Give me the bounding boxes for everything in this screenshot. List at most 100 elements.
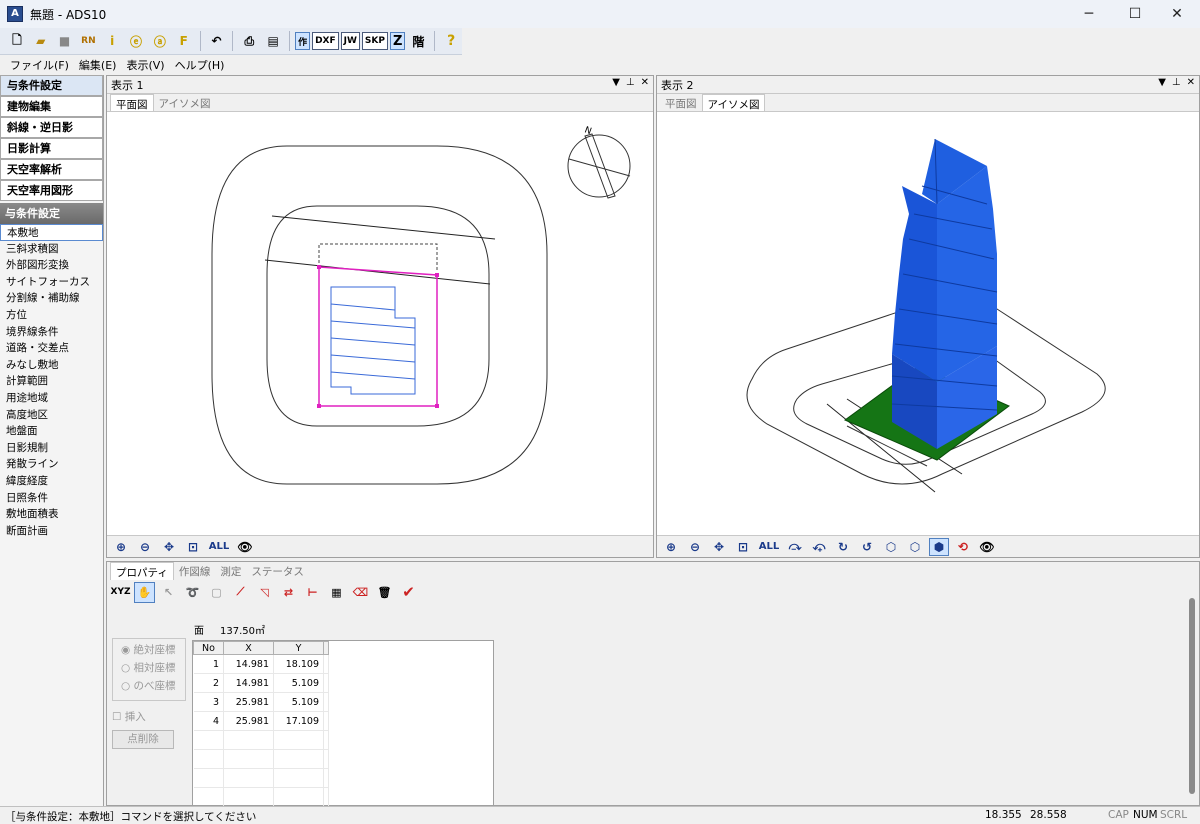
- erase-icon[interactable]: ⌫: [350, 582, 371, 603]
- pan-icon[interactable]: ✥: [159, 538, 179, 556]
- command-item[interactable]: 計算範囲: [0, 373, 103, 390]
- save-icon[interactable]: ■: [54, 30, 76, 52]
- zoom-out-icon[interactable]: ⊖: [685, 538, 705, 556]
- vertex-icon[interactable]: ◹: [254, 582, 275, 603]
- open-icon[interactable]: ▰: [30, 30, 52, 52]
- pin-icon[interactable]: ⊥: [1172, 77, 1181, 88]
- table-row[interactable]: [193, 730, 329, 750]
- insert-checkbox[interactable]: ☐ 挿入: [112, 709, 146, 724]
- new-icon[interactable]: 🗋: [6, 30, 28, 52]
- section-slant[interactable]: 斜線・逆日影: [0, 117, 103, 138]
- command-item[interactable]: 境界線条件: [0, 324, 103, 341]
- shaded-icon[interactable]: ⬢: [929, 537, 949, 556]
- command-item[interactable]: 用途地域: [0, 390, 103, 407]
- mode-saku-button[interactable]: 作: [295, 32, 311, 50]
- command-item[interactable]: 高度地区: [0, 407, 103, 424]
- z-button[interactable]: Z: [389, 32, 406, 50]
- menu-view[interactable]: 表示(V): [126, 57, 164, 73]
- rotate-right-icon[interactable]: ⤽: [809, 538, 829, 556]
- close-button[interactable]: ✕: [1154, 0, 1200, 28]
- select-icon[interactable]: ↖: [158, 582, 179, 603]
- command-item[interactable]: 日照条件: [0, 490, 103, 507]
- command-item[interactable]: 道路・交差点: [0, 340, 103, 357]
- jw-button[interactable]: JW: [340, 32, 360, 50]
- zoom-all-button[interactable]: ALL: [207, 538, 231, 556]
- section-sky-figure[interactable]: 天空率用図形: [0, 180, 103, 201]
- command-item[interactable]: 地盤面: [0, 423, 103, 440]
- tab-construction-lines[interactable]: 作図線: [174, 562, 216, 580]
- undo-icon[interactable]: ↶: [206, 30, 228, 52]
- dropdown-icon[interactable]: ▼: [1158, 77, 1166, 88]
- zoom-window-icon[interactable]: ⊡: [733, 538, 753, 556]
- table-row[interactable]: [193, 768, 329, 788]
- section-shadow-calc[interactable]: 日影計算: [0, 138, 103, 159]
- delete-point-button[interactable]: 点削除: [112, 730, 174, 749]
- close-icon[interactable]: ✕: [1187, 77, 1195, 88]
- tab-iso[interactable]: アイソメ図: [701, 94, 766, 111]
- rn-icon[interactable]: RN: [77, 30, 99, 52]
- command-item[interactable]: みなし敷地: [0, 357, 103, 374]
- table-row[interactable]: 1 14.981 18.109: [193, 654, 329, 674]
- reset-view-icon[interactable]: ⟲: [953, 538, 973, 556]
- floor-button[interactable]: 階: [407, 30, 429, 52]
- tab-properties[interactable]: プロパティ: [110, 562, 174, 580]
- zoom-out-icon[interactable]: ⊖: [135, 538, 155, 556]
- command-item[interactable]: 敷地面積表: [0, 506, 103, 523]
- section-conditions[interactable]: 与条件設定: [0, 75, 103, 96]
- table-row[interactable]: 2 14.981 5.109: [193, 673, 329, 693]
- command-item[interactable]: 発散ライン: [0, 456, 103, 473]
- menu-edit[interactable]: 編集(E): [79, 57, 117, 73]
- section-sky-analysis[interactable]: 天空率解析: [0, 159, 103, 180]
- span-icon[interactable]: ⊢: [302, 582, 323, 603]
- radio-absolute[interactable]: ◉ 絶対座標: [113, 639, 185, 657]
- maximize-button[interactable]: ☐: [1112, 0, 1158, 28]
- check-icon[interactable]: ✔: [398, 582, 419, 603]
- command-item[interactable]: 外部図形変換: [0, 257, 103, 274]
- radio-relative[interactable]: ○ 相対座標: [113, 657, 185, 675]
- a-icon[interactable]: ⓐ: [149, 30, 171, 52]
- point-line-icon[interactable]: ⟋: [230, 582, 251, 603]
- zoom-in-icon[interactable]: ⊕: [111, 538, 131, 556]
- calendar-icon[interactable]: ▦: [326, 582, 347, 603]
- command-item[interactable]: 方位: [0, 307, 103, 324]
- plan-canvas[interactable]: N: [107, 114, 653, 534]
- command-item[interactable]: 三斜求積図: [0, 241, 103, 258]
- e-icon[interactable]: ⓔ: [125, 30, 147, 52]
- table-row[interactable]: [193, 749, 329, 769]
- hidden-line-icon[interactable]: ⬡: [905, 538, 925, 556]
- skp-button[interactable]: SKP: [361, 32, 388, 50]
- pin-icon[interactable]: ⊥: [626, 77, 635, 88]
- tilt-up-icon[interactable]: ↺: [857, 538, 877, 556]
- tab-measure[interactable]: 測定: [215, 562, 246, 580]
- command-item[interactable]: サイトフォーカス: [0, 274, 103, 291]
- minimize-button[interactable]: ─: [1066, 0, 1112, 28]
- menu-help[interactable]: ヘルプ(H): [175, 57, 225, 73]
- table-row[interactable]: 3 25.981 5.109: [193, 692, 329, 712]
- tab-status[interactable]: ステータス: [246, 562, 309, 580]
- section-building-edit[interactable]: 建物編集: [0, 96, 103, 117]
- print-icon[interactable]: ⎙: [238, 30, 260, 52]
- dxf-button[interactable]: DXF: [312, 32, 339, 50]
- dropdown-icon[interactable]: ▼: [612, 77, 620, 88]
- close-icon[interactable]: ✕: [641, 77, 649, 88]
- move-point-icon[interactable]: ⇄: [278, 582, 299, 603]
- eye-icon[interactable]: 👁: [235, 538, 255, 556]
- command-item[interactable]: 断面計画: [0, 523, 103, 540]
- f-icon[interactable]: F: [173, 30, 195, 52]
- table-row[interactable]: [193, 787, 329, 807]
- help-icon[interactable]: ?: [440, 30, 462, 52]
- trash-icon[interactable]: 🗑: [374, 582, 395, 603]
- tab-plan[interactable]: 平面図: [110, 94, 154, 111]
- rect-icon[interactable]: ▢: [206, 582, 227, 603]
- tilt-down-icon[interactable]: ↻: [833, 538, 853, 556]
- rotate-left-icon[interactable]: ⤼: [785, 538, 805, 556]
- lasso-icon[interactable]: ➰: [182, 582, 203, 603]
- iso-canvas[interactable]: [657, 114, 1199, 534]
- zoom-all-button[interactable]: ALL: [757, 538, 781, 556]
- radio-cumulative[interactable]: ○ のべ座標: [113, 675, 185, 693]
- menu-file[interactable]: ファイル(F): [10, 57, 69, 73]
- hand-icon[interactable]: ✋: [134, 581, 155, 603]
- preview-icon[interactable]: ▤: [262, 30, 284, 52]
- wireframe-icon[interactable]: ⬡: [881, 538, 901, 556]
- vertical-scrollbar[interactable]: [1189, 598, 1195, 794]
